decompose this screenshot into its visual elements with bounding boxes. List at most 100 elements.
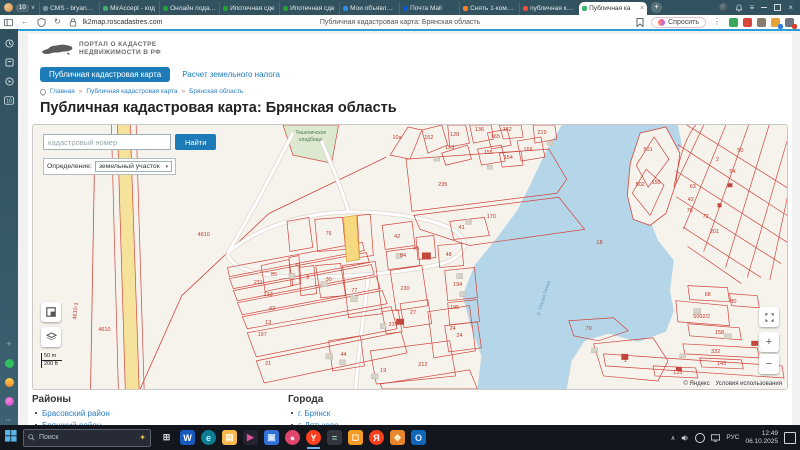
- more-options-icon[interactable]: ⋮: [713, 18, 721, 26]
- tab-title: Онлайн подача: [170, 5, 216, 12]
- taskbar-app-photos[interactable]: ▣: [264, 430, 279, 445]
- cadastral-number-input[interactable]: [43, 134, 171, 150]
- close-window-button[interactable]: ×: [788, 4, 793, 12]
- extension-orange-icon[interactable]: [771, 18, 780, 27]
- display-icon[interactable]: [711, 434, 720, 442]
- taskbar-app-yandex-browser[interactable]: Y: [306, 430, 321, 445]
- district-link[interactable]: Брасовский район: [42, 409, 114, 418]
- taskbar-app-edge[interactable]: e: [201, 430, 216, 445]
- browser-tab[interactable]: публичная када: [519, 2, 579, 15]
- browser-tab[interactable]: Онлайн подача: [159, 2, 219, 15]
- minimize-button[interactable]: [761, 7, 767, 8]
- location-pin-icon: [39, 87, 47, 95]
- copilot-sparkle-icon[interactable]: ✦: [139, 433, 146, 442]
- tabs-dropdown-chevron-icon[interactable]: ∨: [31, 4, 35, 11]
- breadcrumb-home[interactable]: Главная: [50, 88, 75, 95]
- parcel-label: 24: [457, 333, 463, 339]
- ask-label: Спросить: [668, 19, 699, 26]
- volume-icon[interactable]: [681, 434, 689, 442]
- alice-icon[interactable]: [4, 396, 14, 406]
- notifications-bell-icon[interactable]: [735, 4, 743, 12]
- breadcrumb-region[interactable]: Брянская область: [189, 88, 243, 95]
- notification-center-icon[interactable]: [784, 432, 796, 444]
- nav-tab-land-tax[interactable]: Расчет земельного налога: [182, 70, 280, 79]
- taskbar-app-yandex-app[interactable]: Я: [369, 430, 384, 445]
- parcel-label: 77: [351, 288, 357, 294]
- taskbar-app-wallet[interactable]: ◆: [390, 430, 405, 445]
- protect-shield-icon[interactable]: [37, 18, 46, 27]
- site-nav: Публичная кадастровая карта Расчет земел…: [40, 67, 280, 82]
- taskbar-app-explorer[interactable]: ▤: [222, 430, 237, 445]
- maximize-button[interactable]: [774, 4, 781, 11]
- map-scale: 50 m 200 ft: [41, 353, 62, 368]
- districts-heading: Районы: [32, 394, 114, 405]
- sidebar-add-icon[interactable]: +: [4, 339, 14, 349]
- parcel-label: 2: [716, 157, 719, 163]
- taskbar-app-word[interactable]: W: [180, 430, 195, 445]
- tabs-panel-icon[interactable]: 10: [4, 95, 14, 105]
- zoom-in-button[interactable]: +: [759, 332, 779, 352]
- sidebar-more-icon[interactable]: ⋯: [4, 415, 14, 425]
- taskbar-app-task-view[interactable]: ⊞: [159, 430, 174, 445]
- tab-title: Почта Mail: [410, 5, 456, 12]
- back-icon[interactable]: ←: [21, 18, 29, 26]
- zoom-out-button[interactable]: −: [759, 354, 779, 374]
- browser-tab[interactable]: Ипотечная сде: [219, 2, 279, 15]
- ask-alice-button[interactable]: Спросить: [651, 17, 706, 28]
- extension-adblock-icon[interactable]: [729, 18, 738, 27]
- reload-icon[interactable]: ↻: [54, 18, 61, 26]
- start-button[interactable]: [5, 429, 17, 447]
- tab-counter[interactable]: 10: [16, 4, 29, 12]
- browser-tab[interactable]: Ипотечная сде: [279, 2, 339, 15]
- hidden-icons-chevron[interactable]: ∧: [671, 434, 676, 442]
- taskbar-clock[interactable]: 12:49 06.10.2025: [745, 430, 778, 446]
- layers-button[interactable]: [41, 327, 61, 347]
- parcel-label: 170: [487, 214, 496, 220]
- close-tab-icon[interactable]: ×: [640, 5, 644, 12]
- taskbar-search[interactable]: Поиск ✦: [23, 429, 151, 447]
- measure-tool-button[interactable]: [41, 302, 61, 322]
- browser-menu-icon[interactable]: ≡: [750, 3, 755, 12]
- fullscreen-button[interactable]: [759, 307, 779, 327]
- extension-gray-icon[interactable]: [757, 18, 766, 27]
- browser-tab[interactable]: CMS - bryansky: [39, 2, 99, 15]
- bookmark-flag-icon[interactable]: [636, 18, 644, 27]
- site-logo-icon[interactable]: [40, 40, 74, 58]
- new-tab-button[interactable]: +: [651, 2, 662, 13]
- browser-profile-icon[interactable]: [4, 3, 13, 12]
- browser-tab[interactable]: Снять 1-комнат: [459, 2, 519, 15]
- side-panel-icon[interactable]: [4, 18, 13, 27]
- cadastral-map-canvas[interactable]: 461046104610-1Тешеничскоекладбище10а1521…: [32, 124, 788, 390]
- network-icon[interactable]: [695, 433, 705, 443]
- taskbar-app-media-player[interactable]: ▶: [243, 430, 258, 445]
- search-button[interactable]: Найти: [175, 134, 216, 150]
- browser-tab[interactable]: Мои объявлени: [339, 2, 399, 15]
- extension-dark-icon[interactable]: [785, 18, 794, 27]
- video-icon[interactable]: [4, 76, 14, 86]
- browser-tab[interactable]: Публичная ка×: [579, 2, 647, 15]
- parcel-label: 19: [380, 368, 386, 374]
- taskbar-app-calculator[interactable]: =: [327, 430, 342, 445]
- browser-tab[interactable]: Почта Mail: [399, 2, 459, 15]
- parcel-label: 152: [424, 135, 433, 141]
- site-header: ПОРТАЛ О КАДАСТРЕ НЕДВИЖИМОСТИ В РФ: [40, 40, 161, 58]
- taskbar-app-store[interactable]: ◻: [348, 430, 363, 445]
- tab-favicon: [163, 6, 168, 11]
- mail-icon[interactable]: [4, 377, 14, 387]
- bookmarks-panel-icon[interactable]: [4, 57, 14, 67]
- taskbar-app-outlook[interactable]: O: [411, 430, 426, 445]
- taskbar-app-app-pink[interactable]: ●: [285, 430, 300, 445]
- extension-red-icon[interactable]: [743, 18, 752, 27]
- messenger-icon[interactable]: [4, 358, 14, 368]
- breadcrumb-map[interactable]: Публичная кадастровая карта: [86, 88, 177, 95]
- history-icon[interactable]: [4, 38, 14, 48]
- url-text[interactable]: lk2map.roscadastres.com: [83, 19, 163, 26]
- profile-avatar[interactable]: [719, 3, 728, 12]
- language-indicator[interactable]: РУС: [726, 434, 739, 441]
- browser-tab[interactable]: MirAccept - код: [99, 2, 159, 15]
- map-search: Найти: [43, 134, 216, 150]
- nav-tab-cadastral-map[interactable]: Публичная кадастровая карта: [40, 67, 170, 82]
- land-type-select[interactable]: земельный участок ▾: [95, 161, 172, 172]
- city-link[interactable]: г. Брянск: [298, 409, 349, 418]
- attribution-terms-link[interactable]: Условия использования: [715, 381, 782, 387]
